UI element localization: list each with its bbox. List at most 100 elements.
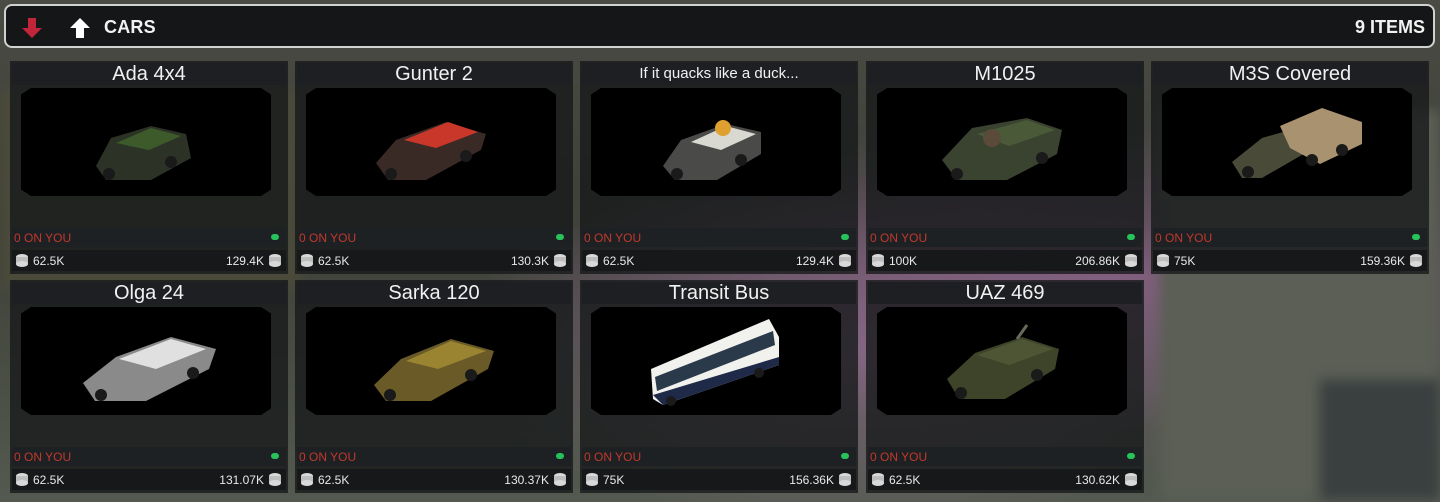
item-card[interactable]: M1025 0 ON YOU 100K 206.86K bbox=[866, 61, 1144, 274]
owned-count-row: 0 ON YOU bbox=[582, 447, 856, 466]
item-preview bbox=[877, 307, 1127, 415]
buy-price: 75K bbox=[603, 473, 625, 487]
sell-price: 159.36K bbox=[1360, 254, 1405, 268]
item-name: Gunter 2 bbox=[297, 63, 571, 85]
owned-count: 0 ON YOU bbox=[14, 450, 72, 464]
owned-count-row: 0 ON YOU bbox=[1153, 228, 1427, 247]
item-name: Olga 24 bbox=[12, 282, 286, 304]
car-icon bbox=[651, 319, 779, 406]
buy-price: 62.5K bbox=[603, 254, 635, 268]
coin-stack-icon bbox=[16, 254, 28, 267]
item-name: Ada 4x4 bbox=[12, 63, 286, 85]
price-row: 75K 156.36K bbox=[582, 469, 856, 490]
item-card[interactable]: Olga 24 0 ON YOU 62.5K 131.07K bbox=[10, 280, 288, 493]
coin-stack-icon bbox=[1125, 254, 1137, 267]
item-card[interactable]: If it quacks like a duck... 0 ON YOU 62.… bbox=[580, 61, 858, 274]
buy-price: 62.5K bbox=[318, 254, 350, 268]
car-icon bbox=[947, 324, 1059, 399]
sell-price: 130.3K bbox=[510, 254, 549, 268]
owned-count: 0 ON YOU bbox=[1155, 231, 1213, 245]
item-preview bbox=[21, 88, 271, 196]
buy-price: 62.5K bbox=[33, 473, 65, 487]
item-card[interactable]: UAZ 469 0 ON YOU 62.5K 130.62K bbox=[866, 280, 1144, 493]
coin-stack-icon bbox=[586, 254, 598, 267]
coin-stack-icon bbox=[16, 473, 28, 486]
buy-price: 100K bbox=[889, 254, 918, 268]
price-row: 62.5K 130.37K bbox=[297, 469, 571, 490]
coin-stack-icon bbox=[586, 473, 598, 486]
item-card[interactable]: Ada 4x4 0 ON YOU 62.5K 129.4K bbox=[10, 61, 288, 274]
buy-price: 62.5K bbox=[889, 473, 921, 487]
sell-price: 130.37K bbox=[504, 473, 549, 487]
sell-price: 206.86K bbox=[1075, 254, 1120, 268]
owned-count: 0 ON YOU bbox=[870, 450, 928, 464]
coin-stack-icon bbox=[554, 254, 566, 267]
coin-stack-icon bbox=[839, 473, 851, 486]
coin-stack-icon bbox=[872, 473, 884, 486]
price-row: 62.5K 130.62K bbox=[868, 469, 1142, 490]
status-indicator bbox=[841, 234, 849, 240]
arrow-down-icon[interactable] bbox=[20, 16, 44, 40]
coin-stack-icon bbox=[839, 254, 851, 267]
item-name: UAZ 469 bbox=[868, 282, 1142, 304]
buy-price: 62.5K bbox=[318, 473, 350, 487]
owned-count-row: 0 ON YOU bbox=[582, 228, 856, 247]
car-icon bbox=[663, 120, 761, 180]
car-icon bbox=[942, 118, 1062, 180]
status-indicator bbox=[556, 234, 564, 240]
car-icon bbox=[83, 337, 216, 401]
owned-count: 0 ON YOU bbox=[299, 450, 357, 464]
car-icon bbox=[96, 126, 191, 180]
owned-count-row: 0 ON YOU bbox=[12, 447, 286, 466]
item-preview bbox=[591, 88, 841, 196]
coin-stack-icon bbox=[1410, 254, 1422, 267]
item-card[interactable]: Sarka 120 0 ON YOU 62.5K 130.37K bbox=[295, 280, 573, 493]
coin-stack-icon bbox=[1157, 254, 1169, 267]
coin-stack-icon bbox=[1125, 473, 1137, 486]
item-name: If it quacks like a duck... bbox=[582, 63, 856, 85]
category-title: CARS bbox=[104, 17, 156, 37]
owned-count-row: 0 ON YOU bbox=[297, 228, 571, 247]
item-name: M1025 bbox=[868, 63, 1142, 85]
item-preview bbox=[306, 88, 556, 196]
car-icon bbox=[374, 339, 494, 401]
buy-price: 75K bbox=[1174, 254, 1196, 268]
category-header: CARS 9 ITEMS bbox=[4, 4, 1435, 48]
price-row: 62.5K 129.4K bbox=[582, 250, 856, 271]
item-card[interactable]: M3S Covered 0 ON YOU 75K 159.36K bbox=[1151, 61, 1429, 274]
sell-price: 156.36K bbox=[789, 473, 834, 487]
owned-count: 0 ON YOU bbox=[870, 231, 928, 245]
item-card[interactable]: Transit Bus 0 ON YOU 75K 156.36K bbox=[580, 280, 858, 493]
car-icon bbox=[376, 122, 486, 180]
status-indicator bbox=[1412, 234, 1420, 240]
coin-stack-icon bbox=[269, 473, 281, 486]
item-card[interactable]: Gunter 2 0 ON YOU 62.5K 130.3K bbox=[295, 61, 573, 274]
status-indicator bbox=[1127, 453, 1135, 459]
price-row: 62.5K 131.07K bbox=[12, 469, 286, 490]
item-name: Transit Bus bbox=[582, 282, 856, 304]
buy-price: 62.5K bbox=[33, 254, 65, 268]
owned-count-row: 0 ON YOU bbox=[297, 447, 571, 466]
owned-count: 0 ON YOU bbox=[14, 231, 72, 245]
status-indicator bbox=[271, 453, 279, 459]
coin-stack-icon bbox=[554, 473, 566, 486]
price-row: 100K 206.86K bbox=[868, 250, 1142, 271]
price-row: 75K 159.36K bbox=[1153, 250, 1427, 271]
arrow-up-icon[interactable] bbox=[68, 16, 92, 40]
owned-count-row: 0 ON YOU bbox=[12, 228, 286, 247]
item-name: Sarka 120 bbox=[297, 282, 571, 304]
status-indicator bbox=[271, 234, 279, 240]
coin-stack-icon bbox=[269, 254, 281, 267]
sell-price: 130.62K bbox=[1075, 473, 1120, 487]
item-count: 9 ITEMS bbox=[1354, 17, 1425, 37]
item-preview bbox=[877, 88, 1127, 196]
price-row: 62.5K 129.4K bbox=[12, 250, 286, 271]
coin-stack-icon bbox=[301, 254, 313, 267]
status-indicator bbox=[556, 453, 564, 459]
price-row: 62.5K 130.3K bbox=[297, 250, 571, 271]
owned-count-row: 0 ON YOU bbox=[868, 228, 1142, 247]
owned-count: 0 ON YOU bbox=[584, 231, 642, 245]
coin-stack-icon bbox=[872, 254, 884, 267]
item-preview bbox=[21, 307, 271, 415]
status-indicator bbox=[841, 453, 849, 459]
